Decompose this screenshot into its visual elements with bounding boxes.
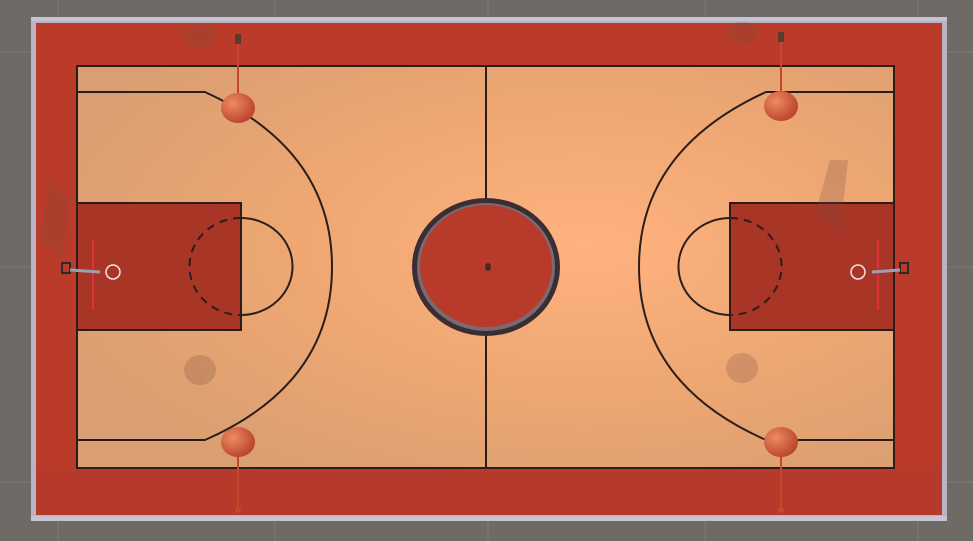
- paint-left: [76, 202, 242, 331]
- frame-edge-top: [31, 17, 947, 21]
- surround-bottom-shade: [36, 470, 942, 515]
- center-marker: [485, 263, 491, 271]
- game-viewport[interactable]: [0, 0, 973, 541]
- paint-right: [729, 202, 895, 331]
- frame-edge-bottom: [31, 516, 947, 521]
